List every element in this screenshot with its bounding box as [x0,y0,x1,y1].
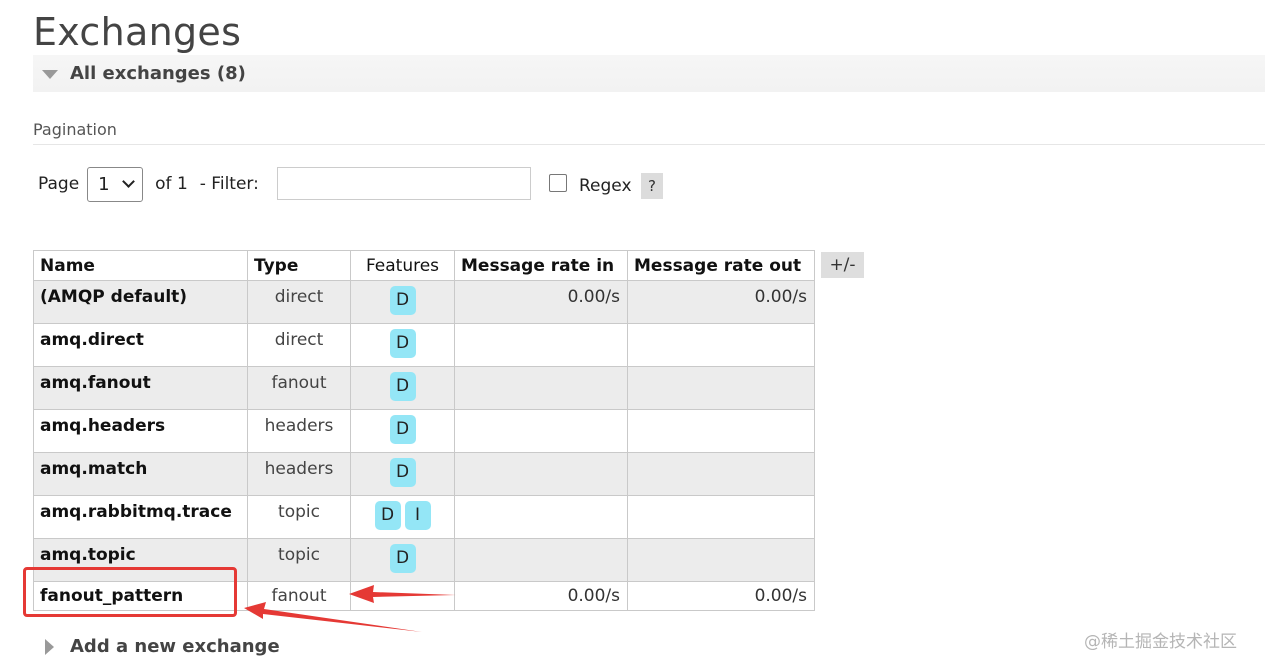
add-exchange-label: Add a new exchange [70,636,280,657]
annotation-arrow-type [349,585,456,603]
watermark: @稀土掘金技术社区 [1084,632,1237,652]
triangle-right-icon [45,638,54,655]
add-exchange-section-header[interactable]: Add a new exchange [45,636,280,657]
annotation-arrows [244,585,456,632]
annotation-arrow-name [244,602,422,632]
